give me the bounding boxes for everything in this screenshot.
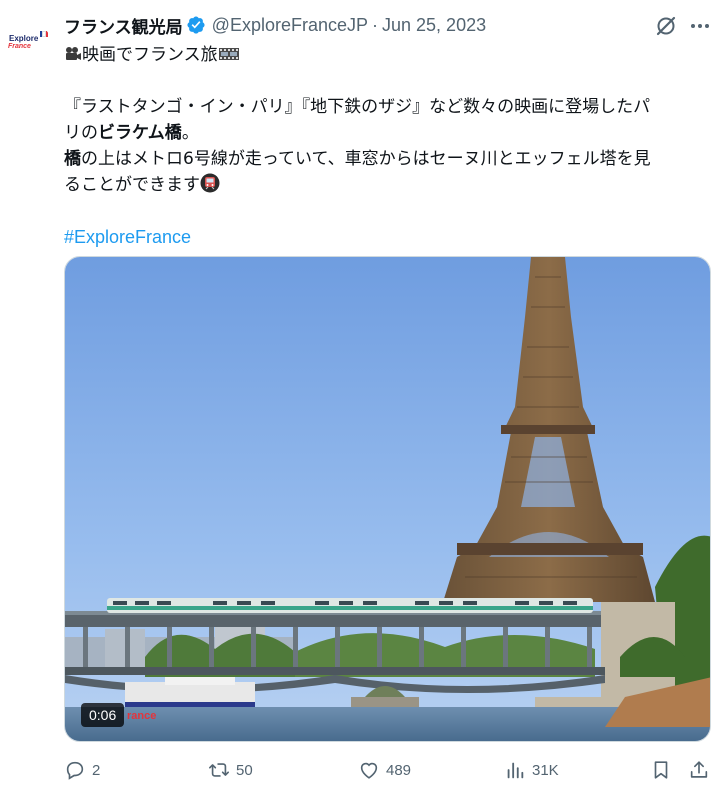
metro-train-icon: [200, 173, 220, 193]
tweet-actions: 2 50 489 31K: [64, 756, 716, 784]
repost-icon: [209, 763, 229, 777]
text-line-3-post: 。: [181, 123, 199, 143]
like-icon: [360, 762, 378, 779]
reply-icon: [66, 761, 84, 780]
grok-icon[interactable]: [654, 14, 678, 38]
display-name[interactable]: フランス観光局: [64, 13, 183, 38]
avatar-logo-line1: Explore: [9, 34, 39, 43]
bridge-name: ビラケム橋: [98, 123, 182, 143]
header-separator: ·: [372, 14, 379, 35]
text-line-1: 映画でフランス旅: [64, 42, 716, 68]
text-line-4-rest: の上はメトロ6号線が走っていて、車窓からはセーヌ川とエッフェル塔を見: [81, 149, 651, 169]
reply-button[interactable]: 2: [64, 756, 100, 784]
french-flag-icon: [40, 31, 48, 37]
text-line-3: リのビラケム橋。: [64, 120, 716, 146]
tweet-header: フランス観光局 @ExploreFranceJP · Jun 25, 2023: [64, 12, 486, 38]
reply-count: 2: [92, 761, 101, 779]
view-count: 31K: [532, 761, 559, 779]
views-button[interactable]: 31K: [504, 756, 559, 784]
tweet-text: 映画でフランス旅 『ラストタンゴ・イン・パリ』『地下鉄のザジ』など数々の映画に登…: [64, 42, 716, 250]
film-frames-icon: [218, 48, 239, 60]
like-button[interactable]: 489: [358, 756, 411, 784]
video-player[interactable]: rance 0:06: [64, 256, 711, 742]
repost-button[interactable]: 50: [208, 756, 253, 784]
share-icon: [690, 761, 708, 778]
bookmark-icon: [654, 761, 668, 779]
bookmark-button[interactable]: [650, 756, 672, 784]
more-icon[interactable]: [688, 14, 712, 38]
avatar-logo-line2: France: [8, 43, 31, 50]
like-count: 489: [386, 761, 412, 779]
tweet[interactable]: Explore France フランス観光局 @ExploreFranceJP …: [0, 0, 725, 792]
avatar[interactable]: Explore France: [4, 22, 52, 70]
text-line-4: 橋の上はメトロ6号線が走っていて、車窓からはセーヌ川とエッフェル塔を見: [64, 146, 716, 172]
text-line-3-pre: リの: [64, 123, 98, 143]
video-thumbnail: rance: [65, 257, 710, 741]
video-duration: 0:06: [81, 703, 125, 727]
bridge-word: 橋: [64, 149, 81, 169]
author-handle[interactable]: @ExploreFranceJP: [212, 15, 368, 36]
video-watermark: rance: [127, 710, 156, 722]
hashtag-line: #ExploreFrance: [64, 224, 716, 250]
text-line-5: ることができます: [64, 172, 716, 198]
share-button[interactable]: [688, 756, 710, 784]
movie-camera-icon: [66, 47, 81, 60]
repost-count: 50: [236, 761, 253, 779]
tweet-date[interactable]: Jun 25, 2023: [382, 15, 486, 36]
hashtag-link[interactable]: #ExploreFrance: [64, 227, 191, 247]
text-line-1-content: 映画でフランス旅: [82, 45, 218, 65]
verified-badge-icon: [187, 16, 205, 34]
text-line-2: 『ラストタンゴ・イン・パリ』『地下鉄のザジ』など数々の映画に登場したパ: [64, 97, 651, 117]
text-line-5-content: ることができます: [64, 175, 200, 195]
views-icon: [507, 762, 524, 779]
